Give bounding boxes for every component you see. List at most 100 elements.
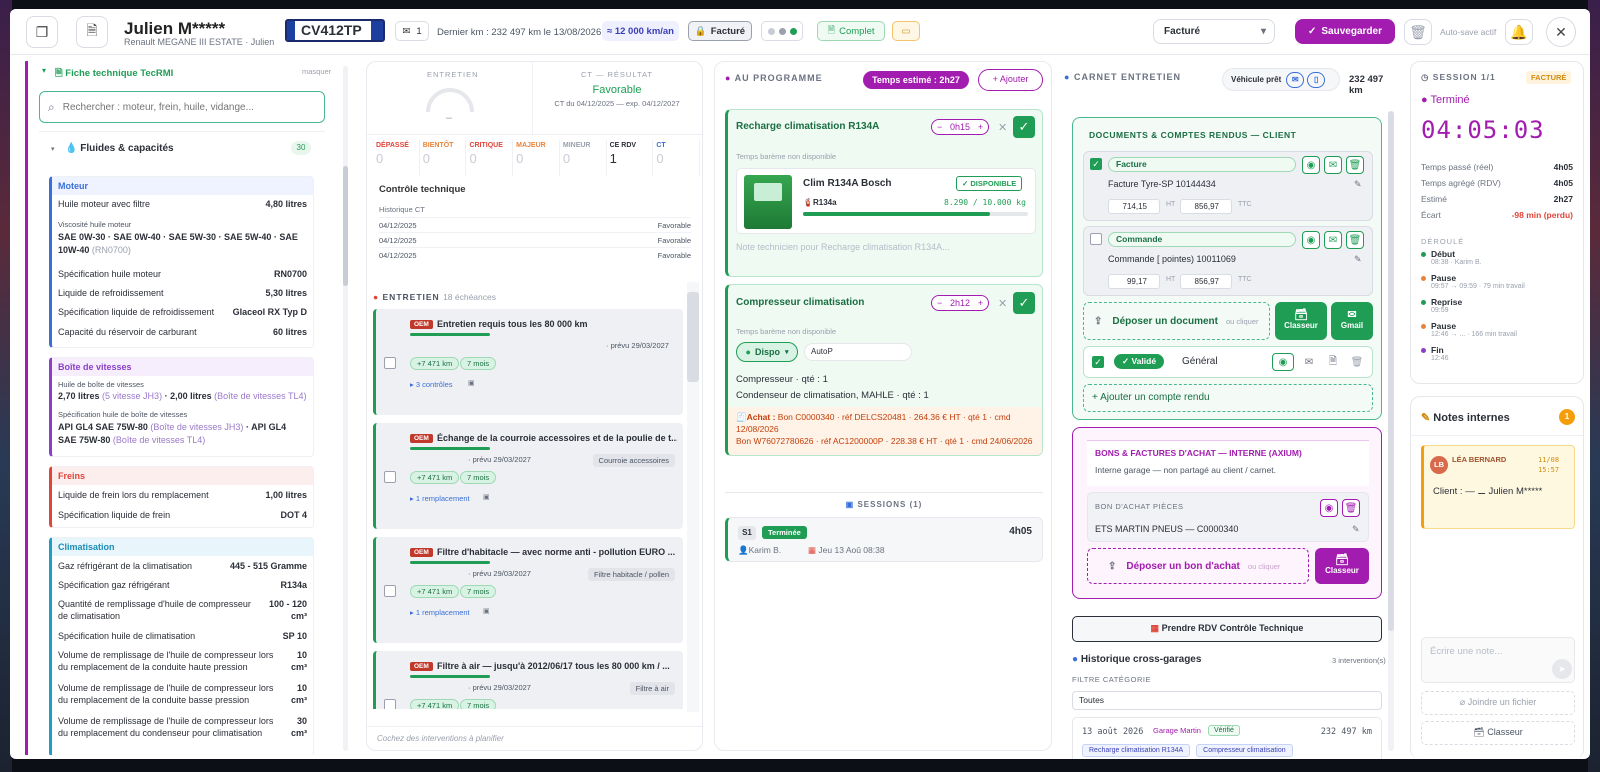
mail-icon[interactable]: ✉ <box>1300 353 1318 371</box>
fluids-section-title[interactable]: 💧 Fluides & capacités <box>65 143 174 154</box>
photo-icon[interactable]: ▣ <box>483 493 490 501</box>
counter-value: 0 <box>656 151 664 166</box>
entretien-list-count: 18 échéances <box>443 292 496 302</box>
commande-ttc-input[interactable]: 856,97 <box>1180 274 1232 289</box>
mail-icon[interactable]: ✉ <box>1286 71 1305 88</box>
validate-checkbox[interactable]: ✓ <box>1013 116 1035 138</box>
eye-icon[interactable]: ◉ <box>1272 353 1294 371</box>
plus-icon[interactable]: + <box>978 122 983 132</box>
delete-icon[interactable]: 🗑 <box>1404 19 1432 45</box>
note-input[interactable]: Écrire une note... <box>1421 637 1575 683</box>
add-job-button[interactable]: + Ajouter <box>978 69 1043 91</box>
edit-icon[interactable]: ✎ <box>1354 254 1362 265</box>
session-status: Terminée <box>762 526 807 539</box>
drop-document-zone[interactable]: ⇪ Déposer un document ou cliquer <box>1083 302 1270 340</box>
counter-value: 0 <box>469 151 477 166</box>
edit-icon[interactable]: ✎ <box>1354 179 1362 190</box>
client-name: Julien M***** <box>124 19 226 38</box>
commande-ht-input[interactable]: 99,17 <box>1108 274 1160 289</box>
tecrmi-search[interactable]: ⌕ <box>39 91 325 123</box>
classeur-button[interactable]: 🗃 Classeur <box>1275 302 1327 340</box>
photo-icon[interactable]: ▣ <box>468 379 475 387</box>
rdv-ct-button[interactable]: ▦ Prendre RDV Contrôle Technique <box>1072 616 1382 642</box>
scrollbar[interactable] <box>687 282 699 712</box>
entretien-item[interactable]: OEM Échange de la courroie accessoires et… <box>373 423 683 529</box>
trash-icon[interactable]: 🗑 <box>1348 353 1366 371</box>
history-tag: Compresseur climatisation <box>1196 744 1293 757</box>
huile-boite-label: Huile de boîte de vitesses <box>58 380 144 389</box>
phone-icon[interactable]: ▯ <box>1307 71 1326 88</box>
trash-icon[interactable]: 🗑 <box>1346 156 1364 174</box>
copy-icon[interactable]: ❐ <box>26 16 58 48</box>
bon-classeur-button[interactable]: 🗃 Classeur <box>1315 548 1369 584</box>
chevron-down-icon: ▾ <box>1260 26 1266 37</box>
close-icon[interactable]: ✕ <box>1546 17 1576 47</box>
dispo-select[interactable]: ● Dispo ▾ <box>736 342 798 362</box>
collapse-icon[interactable]: ▾ <box>42 66 46 75</box>
trash-icon[interactable]: 🗑 <box>1346 231 1364 249</box>
remove-icon[interactable]: ✕ <box>998 121 1007 134</box>
license-plate[interactable]: CV412TP <box>285 19 385 42</box>
compte-rendu-checkbox[interactable]: ✓ <box>1092 356 1104 368</box>
mail-icon[interactable]: ✉ <box>1324 156 1342 174</box>
session-card[interactable]: S1 Terminée 4h05 👤Karim B. ▦ Jeu 13 Aoû … <box>725 517 1043 562</box>
supplier-input[interactable]: AutoP <box>804 343 912 361</box>
job2-duration[interactable]: −2h12 + <box>931 295 989 311</box>
attach-file-button[interactable]: ⌀ Joindre un fichier <box>1421 691 1575 715</box>
mail-icon[interactable]: ✉ <box>1324 231 1342 249</box>
facture-label[interactable]: Facture <box>1108 157 1296 172</box>
document-icon[interactable]: 🗎 <box>1324 353 1342 371</box>
bell-icon[interactable]: 🔔 <box>1505 19 1533 45</box>
facture-ht-input[interactable]: 714,15 <box>1108 199 1160 214</box>
add-compte-rendu-button[interactable]: + Ajouter un compte rendu <box>1083 384 1373 412</box>
vehicule-pret-toggle[interactable]: Véhicule prêt ✉ ▯ <box>1222 68 1340 91</box>
ct-date: 04/12/2025 <box>379 251 417 260</box>
item-checkbox[interactable] <box>384 471 396 483</box>
trash-icon[interactable]: 🗑 <box>1342 499 1360 517</box>
minus-icon[interactable]: − <box>937 298 942 308</box>
save-button[interactable]: ✓ Sauvegarder <box>1295 19 1395 44</box>
complet-label: Complet <box>839 25 875 37</box>
job1-duration[interactable]: −0h15 + <box>931 119 989 135</box>
huile-moteur-value: 4,80 litres <box>265 199 307 209</box>
facture-checkbox[interactable]: ✓ <box>1090 158 1102 170</box>
entretien-item[interactable]: OEM Entretien requis tous les 80 000 km · … <box>373 309 683 415</box>
facture-ttc-input[interactable]: 856,97 <box>1180 199 1232 214</box>
chevron-down-icon[interactable]: ▾ <box>51 145 55 153</box>
scrollbar[interactable] <box>343 66 348 751</box>
hide-link[interactable]: masquer <box>302 67 331 76</box>
technician-note-input[interactable]: Note technicien pour Recharge climatisat… <box>736 242 950 252</box>
gmail-button[interactable]: ✉ Gmail <box>1331 302 1373 340</box>
eye-icon[interactable]: ◉ <box>1320 499 1338 517</box>
scrollbar[interactable] <box>1388 111 1394 751</box>
entretien-item[interactable]: OEM Filtre à air — jusqu'à 2012/06/17 tou… <box>373 651 683 709</box>
eye-icon[interactable]: ◉ <box>1302 231 1320 249</box>
category-filter-select[interactable]: Toutes <box>1072 691 1382 710</box>
item-link[interactable]: ▸ 1 remplacement <box>410 494 470 503</box>
new-document-icon[interactable]: 🗎 <box>76 16 108 48</box>
photo-icon[interactable]: ▣ <box>483 607 490 615</box>
remove-icon[interactable]: ✕ <box>998 297 1007 310</box>
notes-classeur-button[interactable]: 🗃 Classeur <box>1421 721 1575 745</box>
item-checkbox[interactable] <box>384 699 396 709</box>
eye-icon[interactable]: ◉ <box>1302 156 1320 174</box>
plus-icon[interactable]: + <box>978 298 983 308</box>
session-date: ▦ Jeu 13 Aoû 08:38 <box>808 545 885 556</box>
item-link[interactable]: ▸ 1 remplacement <box>410 608 470 617</box>
history-item[interactable]: 13 août 2026 Garage Martin Vérifié 232 4… <box>1072 717 1382 759</box>
validate-checkbox[interactable]: ✓ <box>1013 292 1035 314</box>
commande-checkbox[interactable] <box>1090 233 1102 245</box>
entretien-item[interactable]: OEM Filtre d'habitacle — avec norme anti … <box>373 537 683 643</box>
comment-icon[interactable]: ▭ <box>892 21 920 41</box>
drop-bon-zone[interactable]: ⇪ Déposer un bon d'achat ou cliquer <box>1087 548 1309 584</box>
messages-button[interactable]: ✉ 1 <box>395 21 429 41</box>
minus-icon[interactable]: − <box>937 122 942 132</box>
item-checkbox[interactable] <box>384 585 396 597</box>
tecrmi-search-input[interactable] <box>62 101 303 113</box>
commande-label[interactable]: Commande <box>1108 232 1296 247</box>
item-checkbox[interactable] <box>384 357 396 369</box>
edit-icon[interactable]: ✎ <box>1352 524 1360 535</box>
send-icon[interactable]: ➤ <box>1552 659 1572 679</box>
item-link[interactable]: ▸ 3 contrôles <box>410 380 453 389</box>
status-select[interactable]: Facturé ▾ <box>1153 19 1275 44</box>
